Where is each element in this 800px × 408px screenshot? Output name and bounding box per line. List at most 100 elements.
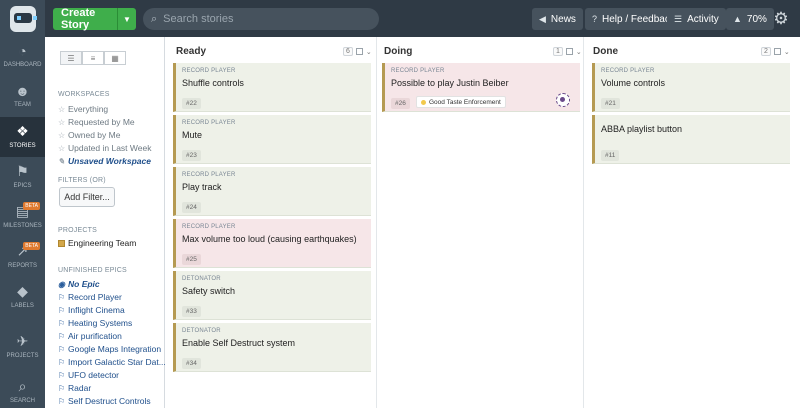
projects-heading: PROJECTS (58, 227, 97, 234)
beta-badge: BETA (23, 202, 40, 210)
nav-dashboard[interactable]: ◔ DASHBOARD (0, 37, 45, 77)
stories-icon: ❖ (16, 123, 29, 139)
news-button[interactable]: ◀ News (532, 8, 583, 30)
card-number: #11 (601, 150, 620, 161)
epic-item[interactable]: ⚐ Inflight Cinema (58, 305, 125, 315)
star-icon: ☆ (58, 144, 66, 153)
epic-item[interactable]: ⚐ Radar (58, 383, 91, 393)
story-card[interactable]: ABBA playlist button #11 (592, 115, 790, 164)
column-done: Done 2 ⌄ RECORD PLAYER Volume controls #… (584, 37, 800, 408)
chevron-down-icon[interactable]: ⌄ (366, 48, 372, 56)
epic-no-epic[interactable]: ◉ No Epic (58, 279, 100, 289)
column-doing: Doing 1 ⌄ RECORD PLAYER Possible to play… (377, 37, 584, 408)
column-title: Done (593, 46, 618, 57)
activity-label: Activity (687, 13, 719, 25)
flag-icon: ⚐ (58, 345, 66, 354)
nav-label: STORIES (9, 143, 36, 149)
epic-item[interactable]: ⚐ Import Galactic Star Dat... (58, 357, 166, 367)
card-epic: DETONATOR (182, 276, 221, 282)
gear-icon[interactable]: ⚙ (770, 8, 792, 30)
column-title: Ready (176, 46, 207, 57)
story-card[interactable]: DETONATOR Safety switch #33 (173, 271, 371, 320)
epic-item[interactable]: ⚐ Self Destruct Controls (58, 396, 151, 406)
story-card[interactable]: RECORD PLAYER Shuffle controls #22 (173, 63, 371, 112)
edit-icon: ✎ (58, 157, 65, 166)
owner-avatar[interactable] (556, 93, 570, 107)
card-number: #23 (182, 150, 201, 161)
create-story-button[interactable]: Create Story ▼ (53, 7, 136, 31)
card-title: Mute (182, 130, 203, 140)
workspace-label: Owned by Me (68, 130, 121, 140)
nav-label: DASHBOARD (3, 62, 42, 68)
nav-label: EPICS (13, 183, 32, 189)
card-number: #22 (182, 98, 201, 109)
nav-reports[interactable]: BETA ↗ REPORTS (0, 237, 45, 277)
select-all-checkbox[interactable] (355, 48, 363, 55)
select-all-checkbox[interactable] (773, 48, 781, 55)
card-title: Safety switch (182, 286, 236, 296)
epic-label: Air purification (68, 331, 122, 341)
workspace-owned[interactable]: ☆ Owned by Me (58, 130, 120, 140)
epics-icon: ⚑ (16, 163, 29, 179)
column-title: Doing (384, 46, 413, 57)
view-table-icon[interactable]: ▦ (104, 51, 126, 65)
search-box[interactable]: ⌕ (143, 8, 379, 30)
story-card[interactable]: RECORD PLAYER Possible to play Justin Be… (382, 63, 580, 112)
chevron-down-icon[interactable]: ▼ (117, 8, 136, 30)
view-rows-icon[interactable]: ≡ (82, 51, 104, 65)
epic-item[interactable]: ⚐ UFO detector (58, 370, 119, 380)
chevron-down-icon[interactable]: ⌄ (576, 48, 582, 56)
filters-heading: FILTERS (OR) (58, 177, 106, 184)
workspace-everything[interactable]: ☆ Everything (58, 104, 108, 114)
projects-icon: ✈ (16, 333, 29, 349)
story-card[interactable]: RECORD PLAYER Play track #24 (173, 167, 371, 216)
robot-logo-icon (9, 5, 37, 32)
nav-label: LABELS (11, 303, 34, 309)
epic-item[interactable]: ⚐ Air purification (58, 331, 122, 341)
story-card[interactable]: RECORD PLAYER Volume controls #21 (592, 63, 790, 112)
epic-label: Google Maps Integration (68, 344, 162, 354)
view-columns-icon[interactable]: ☰ (60, 51, 82, 65)
flag-icon: ⚐ (58, 371, 66, 380)
card-epic: RECORD PLAYER (182, 120, 236, 126)
workspace-updated[interactable]: ☆ Updated in Last Week (58, 143, 151, 153)
project-engineering-team[interactable]: Engineering Team (58, 238, 136, 248)
story-card[interactable]: RECORD PLAYER Max volume too loud (causi… (173, 219, 371, 268)
nav-milestones[interactable]: BETA ▤ MILESTONES (0, 197, 45, 237)
epic-item[interactable]: ⚐ Google Maps Integration (58, 344, 161, 354)
add-filter-button[interactable]: Add Filter... (59, 187, 115, 207)
workspace-unsaved[interactable]: ✎ Unsaved Workspace (58, 156, 151, 166)
story-card[interactable]: DETONATOR Enable Self Destruct system #3… (173, 323, 371, 372)
card-label[interactable]: Good Taste Enforcement (416, 96, 506, 108)
search-input[interactable] (163, 13, 364, 25)
card-epic: RECORD PLAYER (182, 172, 236, 178)
nav-epics[interactable]: ⚑ EPICS (0, 157, 45, 197)
nav-labels[interactable]: ◆ LABELS (0, 277, 45, 317)
progress-button[interactable]: ▲ 70% (726, 8, 774, 30)
epic-label: Record Player (68, 292, 122, 302)
card-epic: RECORD PLAYER (182, 68, 236, 74)
card-epic: RECORD PLAYER (601, 68, 655, 74)
help-icon: ? (592, 14, 598, 24)
flag-icon: ⚐ (58, 384, 66, 393)
chevron-down-icon[interactable]: ⌄ (784, 48, 790, 56)
activity-button[interactable]: ☰ Activity (667, 8, 726, 30)
epic-item[interactable]: ⚐ Record Player (58, 292, 122, 302)
select-all-checkbox[interactable] (565, 48, 573, 55)
epic-item[interactable]: ⚐ Heating Systems (58, 318, 132, 328)
nav-stories[interactable]: ❖ STORIES (0, 117, 45, 157)
card-number: #33 (182, 306, 201, 317)
checkbox-icon[interactable] (58, 240, 65, 247)
app-logo[interactable] (0, 0, 45, 37)
nav-projects[interactable]: ✈ PROJECTS (0, 327, 45, 367)
nav-team[interactable]: ☻ TEAM (0, 77, 45, 117)
nav-label: PROJECTS (6, 353, 39, 359)
story-card[interactable]: RECORD PLAYER Mute #23 (173, 115, 371, 164)
epic-label: Import Galactic Star Dat... (68, 357, 166, 367)
nav-search[interactable]: ⌕ SEARCH (0, 372, 45, 408)
story-count: 2 (761, 47, 771, 56)
card-title: Volume controls (601, 78, 666, 88)
workspace-requested[interactable]: ☆ Requested by Me (58, 117, 135, 127)
epics-heading: UNFINISHED EPICS (58, 267, 127, 274)
card-title: Shuffle controls (182, 78, 244, 88)
